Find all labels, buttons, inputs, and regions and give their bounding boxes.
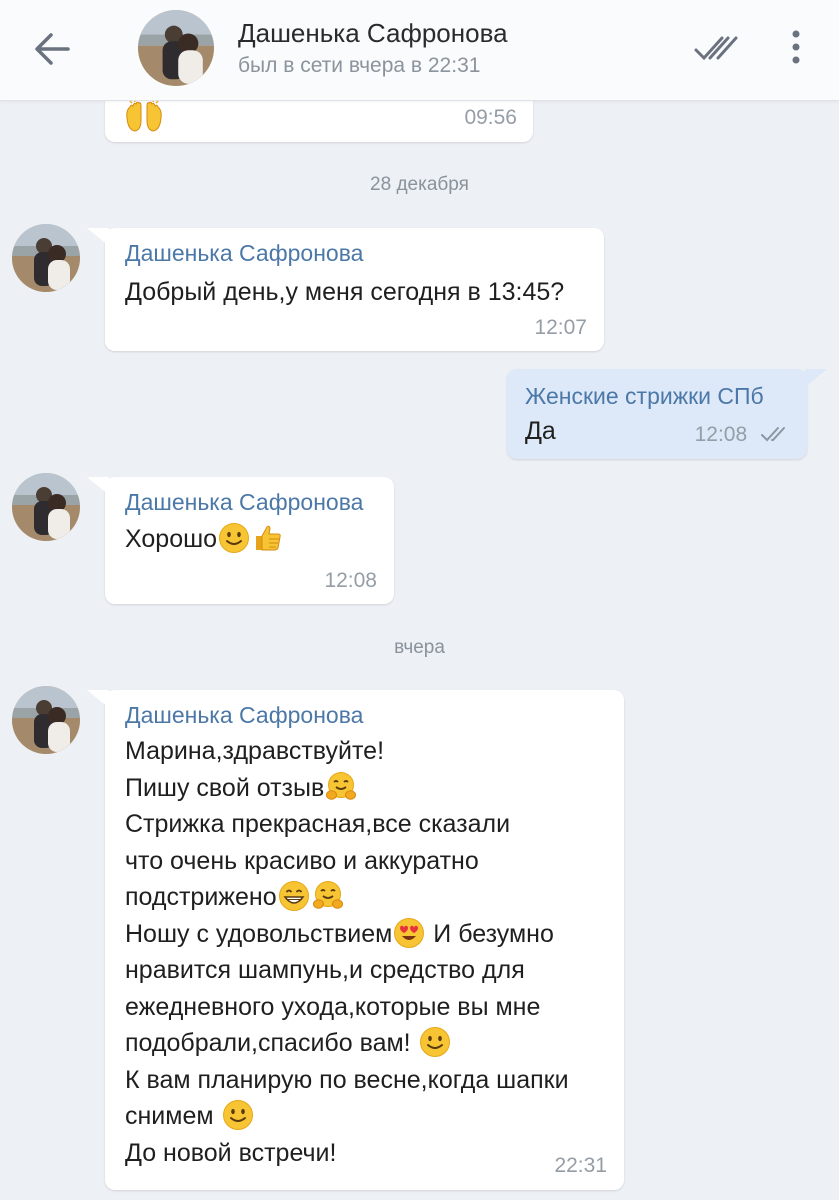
sender-avatar[interactable] [12,473,80,541]
sender-avatar[interactable] [12,686,80,754]
message-line: Добрый день,у меня сегодня в 13:45? [125,278,565,306]
avatar-photo [12,686,80,754]
message-bubble-incoming[interactable]: Дашенька Сафронова Марина,здравствуйте! … [87,690,624,1190]
bubble-tail [87,477,109,495]
message-time-status: 12:08 [695,423,791,447]
sender-name[interactable]: Дашенька Сафронова [125,702,363,729]
sender-avatar[interactable] [12,224,80,292]
message-line: Да [525,417,556,445]
contact-name[interactable]: Дашенька Сафронова [238,18,508,49]
bubble-tail [87,228,109,246]
message-line-text: Хорошо [125,525,218,553]
message-line-text: Ношу с удовольствием [125,919,393,948]
sender-name[interactable]: Женские стрижки СПб [525,383,764,410]
message-line-text: Пишу свой отзыв [125,773,325,802]
message-line: подобрали,спасибо вам! [125,1025,569,1062]
double-check-icon [761,427,785,441]
message-line: снимем [125,1098,569,1135]
slightly-smiling-face-emoji [222,1099,254,1131]
message-text: Да [525,413,556,450]
message-line: нравится шампунь,и средство для [125,956,525,984]
contact-status: был в сети вчера в 22:31 [238,54,481,77]
slightly-smiling-face-emoji [419,1026,451,1058]
hugging-face-emoji [312,880,344,910]
message-line-text: подобрали,спасибо вам! [125,1029,411,1057]
message-time: 12:08 [324,569,377,592]
message-time: 12:08 [694,423,748,446]
message-text: Марина,здравствуйте! Пишу свой отзыв Стр… [125,733,569,1171]
message-line: Хорошо [125,521,285,558]
arrow-left-icon [35,33,70,65]
avatar-photo [12,473,80,541]
sender-name[interactable]: Дашенька Сафронова [125,489,363,516]
message-bubble-incoming[interactable]: Дашенька Сафронова Добрый день,у меня се… [87,228,604,351]
double-check-icon [694,36,738,61]
message-line: ежедневного ухода,которые вы мне [125,992,541,1021]
heart-eyes-emoji [394,917,425,948]
message-line: Стрижка прекрасная,все сказали [125,810,511,838]
mark-read-button[interactable] [692,26,740,70]
more-options-button[interactable] [780,26,812,70]
message-emoji [123,98,165,138]
bubble-tail [805,369,827,387]
message-bubble-incoming[interactable]: Дашенька Сафронова Хорошо 12:08 [87,477,394,604]
date-separator: вчера [394,637,445,658]
hugging-face-emoji [325,771,357,800]
message-time: 22:31 [554,1154,607,1177]
message-line: Марина,здравствуйте! [125,737,385,765]
avatar-photo [138,10,214,86]
message-line: К вам планирую по весне,когда шапки [125,1065,569,1094]
sender-name[interactable]: Дашенька Сафронова [125,240,363,267]
contact-avatar[interactable] [138,10,214,86]
back-button[interactable] [24,22,80,78]
message-text: Добрый день,у меня сегодня в 13:45? [125,274,564,311]
message-line: подстрижено [125,879,569,916]
message-line: Ношу с удовольствием И безумно [125,916,569,953]
bubble-tail [87,690,109,708]
message-text: Хорошо [125,521,285,558]
slightly-smiling-face-emoji [218,522,250,554]
message-time: 12:07 [534,316,587,339]
raising-hands-emoji [126,98,162,132]
message-line: Пишу свой отзыв [125,770,569,807]
chat-header: Дашенька Сафронова был в сети вчера в 22… [0,0,839,101]
message-time: 09:56 [464,106,517,129]
avatar-photo [12,224,80,292]
message-line: До новой встречи! [125,1138,337,1167]
message-line: что очень красиво и аккуратно [125,846,479,875]
message-line-text: И безумно [433,919,554,948]
more-vertical-icon [792,30,800,64]
date-separator: 28 декабря [370,174,469,195]
message-line-text: подстрижено [125,883,277,911]
message-bubble-outgoing[interactable]: Женские стрижки СПб Да 12:08 [507,369,827,459]
message-line-text: снимем [125,1102,214,1130]
grinning-face-emoji [278,880,310,912]
thumbs-up-emoji [255,525,281,551]
